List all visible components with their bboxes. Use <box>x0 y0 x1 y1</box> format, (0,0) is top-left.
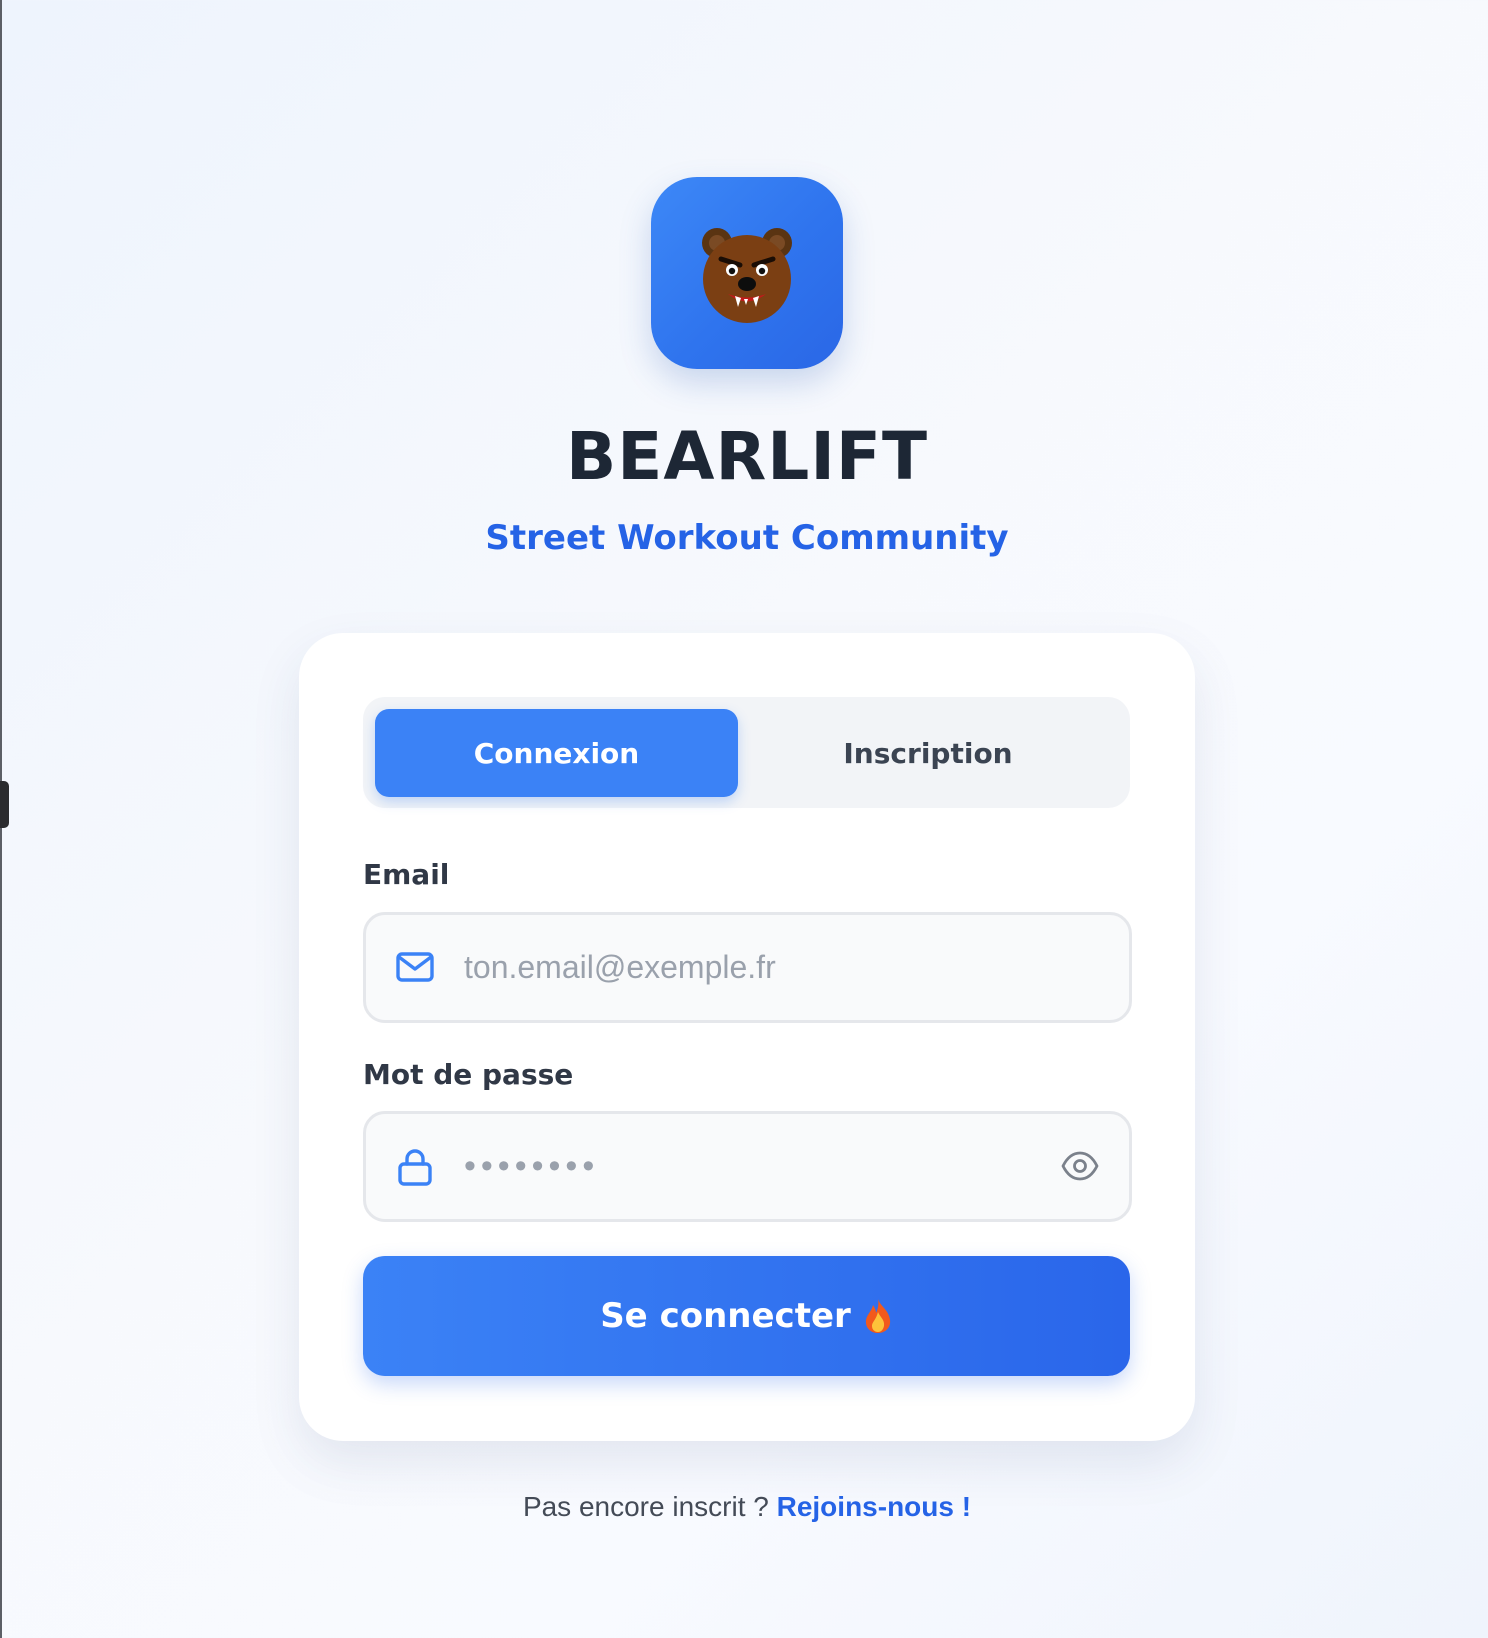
submit-label: Se connecter <box>600 1296 851 1336</box>
signup-prompt: Pas encore inscrit ? Rejoins-nous ! <box>0 1491 1488 1523</box>
tab-connexion[interactable]: Connexion <box>375 709 738 797</box>
password-field[interactable] <box>363 1111 1132 1222</box>
tab-inscription[interactable]: Inscription <box>738 709 1118 797</box>
email-field[interactable] <box>363 912 1132 1023</box>
fire-icon <box>865 1299 890 1333</box>
signup-link[interactable]: Rejoins-nous ! <box>777 1491 971 1522</box>
side-panel-handle[interactable] <box>0 781 9 828</box>
mail-icon <box>395 948 435 991</box>
angry-bear-icon <box>702 228 792 323</box>
login-submit-button[interactable]: Se connecter <box>363 1256 1130 1376</box>
signup-prompt-text: Pas encore inscrit ? <box>522 1491 777 1522</box>
auth-tabs: Connexion Inscription <box>363 697 1130 808</box>
password-label: Mot de passe <box>363 1058 574 1091</box>
eye-icon[interactable] <box>1061 1147 1099 1185</box>
app-logo <box>651 177 843 369</box>
app-title: BEARLIFT <box>565 418 928 495</box>
email-label: Email <box>363 858 450 891</box>
password-input[interactable] <box>464 1114 1024 1219</box>
email-input[interactable] <box>464 915 1024 1020</box>
lock-icon <box>395 1147 435 1192</box>
app-subtitle: Street Workout Community <box>485 518 1009 558</box>
